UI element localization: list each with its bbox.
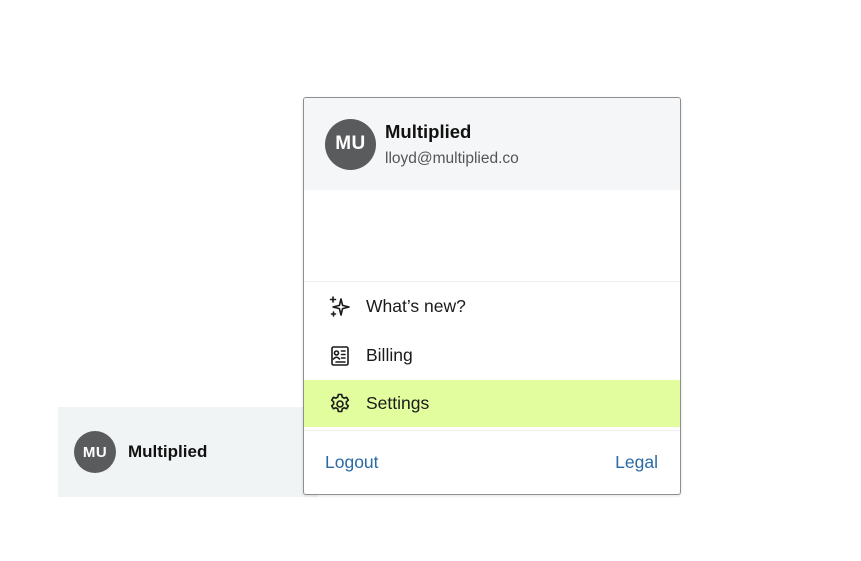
menu-item-settings[interactable]: Settings <box>304 380 680 427</box>
gear-icon <box>328 392 352 416</box>
account-email: lloyd@multiplied.co <box>385 149 519 167</box>
account-name: Multiplied <box>128 442 208 461</box>
billing-icon <box>328 344 352 368</box>
menu-empty-area <box>304 190 680 282</box>
legal-link[interactable]: Legal <box>615 452 658 473</box>
logout-link[interactable]: Logout <box>325 452 379 473</box>
avatar: MU <box>74 431 116 473</box>
menu-footer: Logout Legal <box>304 430 680 494</box>
menu-item-label: What’s new? <box>366 296 466 316</box>
account-info: Multiplied lloyd@multiplied.co <box>385 121 519 168</box>
account-menu: MU Multiplied lloyd@multiplied.co What’s… <box>303 97 681 495</box>
sparkles-icon <box>328 295 352 319</box>
avatar: MU <box>325 118 376 170</box>
menu-header: MU Multiplied lloyd@multiplied.co <box>304 98 680 190</box>
account-title: Multiplied <box>385 120 472 142</box>
account-switcher[interactable]: MU Multiplied <box>58 407 318 497</box>
menu-item-label: Settings <box>366 393 430 413</box>
menu-item-billing[interactable]: Billing <box>304 331 680 380</box>
menu-item-label: Billing <box>366 345 413 365</box>
menu-item-whats-new[interactable]: What’s new? <box>304 282 680 331</box>
